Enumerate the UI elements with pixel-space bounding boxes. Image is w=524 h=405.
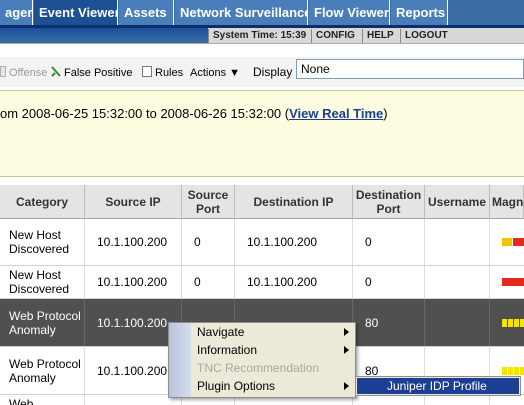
help-link[interactable]: HELP [362,29,398,43]
col-header-username[interactable]: Username [425,185,490,219]
menu-item-label: Information [197,343,258,357]
cell-source-port: 0 [182,219,235,265]
false-positive-button[interactable]: False Positive [51,66,132,80]
false-positive-label: False Positive [64,67,133,79]
cell-magnitude [490,299,524,346]
system-bar: System Time: 15:39 CONFIG HELP LOGOUT [0,28,524,44]
context-menu-gutter [169,323,191,397]
cell-category: New Host Discovered [0,219,85,265]
col-header-destination-ip[interactable]: Destination IP [235,185,353,219]
tab-manager[interactable]: ager [0,0,33,25]
cell-magnitude [490,266,524,298]
menu-item-information[interactable]: Information [197,341,349,359]
cell-username [425,219,490,265]
cell-category: Web Protocol Anomaly [0,299,85,346]
magnitude-bar [502,366,524,375]
context-menu: Navigate Information TNC Recommendation … [168,322,356,398]
system-time: System Time: 15:39 [208,29,310,43]
menu-item-label: Plugin Options [197,379,276,393]
menu-item-plugin-options[interactable]: Plugin Options [197,377,349,395]
cell-category: New Host Discovered [0,266,85,298]
qradar-event-viewer: ager Event Viewer Assets Network Surveil… [0,0,524,405]
tab-event-viewer[interactable]: Event Viewer [34,0,118,25]
magnitude-bar [502,278,524,286]
menu-item-label: Navigate [197,325,245,339]
offense-icon [0,66,6,77]
table-row[interactable]: New Host Discovered 10.1.100.200 0 10.1.… [0,219,524,266]
submenu-arrow-icon [344,328,349,336]
cell-source-port: 0 [182,266,235,298]
offense-label: Offense [9,67,48,79]
cell-magnitude [490,219,524,265]
display-select[interactable]: None [296,59,524,79]
magnitude-bar [502,318,524,327]
col-header-source-ip[interactable]: Source IP [85,185,182,219]
col-header-source-port[interactable]: Source Port [182,185,235,219]
menu-item-juniper-idp-profile[interactable]: Juniper IDP Profile [357,378,519,394]
time-range-text: om 2008-06-25 15:32:00 to 2008-06-26 15:… [0,106,388,121]
view-real-time-link[interactable]: View Real Time [289,106,383,121]
submenu-arrow-icon [344,382,349,390]
cell-username [425,395,490,405]
magnitude-bar [502,238,524,246]
time-range-label: om 2008-06-25 15:32:00 to 2008-06-26 15:… [0,106,290,121]
main-tab-bar: ager Event Viewer Assets Network Surveil… [0,0,524,28]
cell-username [425,299,490,346]
submenu-arrow-icon [344,346,349,354]
cell-destination-ip: 10.1.100.200 [235,219,353,265]
cell-destination-port: 0 [353,266,425,298]
cell-destination-ip: 10.1.100.200 [235,266,353,298]
cell-destination-port: 80 [353,299,425,346]
cell-category: Web [0,395,85,405]
plugin-options-submenu: Juniper IDP Profile [355,376,521,396]
logout-link[interactable]: LOGOUT [400,29,452,43]
tab-assets[interactable]: Assets [119,0,174,25]
col-header-category[interactable]: Category [0,185,85,219]
cell-source-ip: 10.1.100.200 [85,219,182,265]
tab-reports[interactable]: Reports [391,0,448,25]
cell-source-ip: 10.1.100.200 [85,266,182,298]
display-label: Display [253,65,293,79]
false-positive-icon [51,66,61,77]
cell-destination-port [353,395,425,405]
menu-item-navigate[interactable]: Navigate [197,323,349,341]
system-bar-band [0,28,208,43]
cell-username [425,266,490,298]
offense-button[interactable]: Offense [0,66,47,80]
rules-button[interactable]: Rules [142,66,183,80]
col-header-magnitude[interactable]: Magn [490,185,524,219]
actions-menu[interactable]: Actions ▼ [190,66,240,80]
table-row[interactable]: New Host Discovered 10.1.100.200 0 10.1.… [0,266,524,299]
cell-category: Web Protocol Anomaly [0,347,85,394]
tab-flow-viewer[interactable]: Flow Viewer [309,0,390,25]
time-range-panel: om 2008-06-25 15:32:00 to 2008-06-26 15:… [0,90,524,177]
time-range-close: ) [383,106,388,121]
config-link[interactable]: CONFIG [311,29,359,43]
menu-item-tnc-recommendation: TNC Recommendation [197,359,347,377]
col-header-destination-port[interactable]: Destination Port [353,185,425,219]
rules-label: Rules [155,67,184,79]
cell-magnitude [490,395,524,405]
cell-destination-port: 0 [353,219,425,265]
rules-icon [142,66,152,77]
tab-network-surveillance[interactable]: Network Surveillance [175,0,308,25]
menu-item-label: TNC Recommendation [197,361,320,375]
